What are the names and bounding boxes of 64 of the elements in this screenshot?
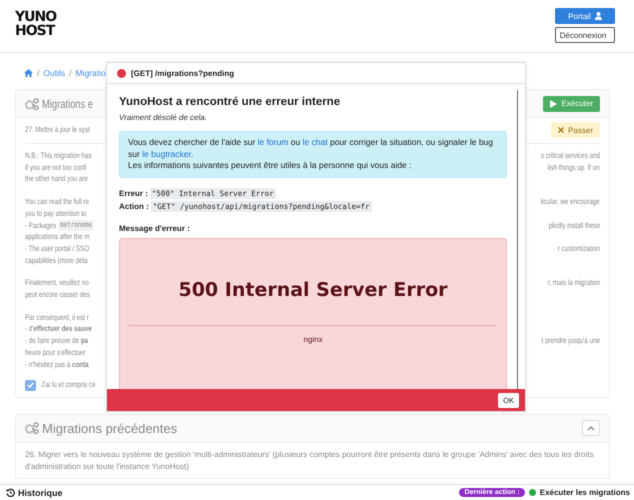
description-text: heure pour s'effectuer: [25, 346, 86, 359]
message-label: Message d'erreur :: [119, 224, 191, 232]
card-title: Migrations précédentes: [42, 420, 178, 436]
description-text: ticular, we encourage: [541, 196, 600, 208]
description-text: - de faire preuve de pa: [25, 335, 88, 347]
portal-button[interactable]: Portail: [555, 8, 615, 24]
history-icon: [6, 488, 15, 497]
server-name: nginx: [302, 334, 324, 344]
description-text: capabilities (more deta: [25, 254, 88, 266]
migration-description: 26. Migrer vers le nouveau système de gestion 'multi-administrateurs' (plusieurs comptes pourront être présents dans le groupe 'Admins' avec des tous les droits d'administration sur toute l'instance YunoHost): [25, 448, 595, 472]
description-text: - n'hésitez pas à conta: [25, 358, 89, 370]
detail-label: Erreur :: [119, 188, 148, 198]
description-text: You can read the full re: [25, 196, 89, 208]
description-text: s critical services and: [540, 150, 600, 162]
chevron-icon: [587, 426, 595, 431]
status-dot: [528, 489, 536, 496]
help-link[interactable]: le forum: [258, 137, 288, 147]
breadcrumb-link[interactable]: Outils: [43, 68, 66, 78]
help-link[interactable]: le bugtracker: [142, 148, 191, 158]
skip-button[interactable]: Passer: [551, 122, 600, 138]
user-icon: [594, 12, 602, 20]
logo: YUNO HOST: [15, 10, 56, 40]
description-text: applications after the m: [25, 231, 90, 243]
collapse-button[interactable]: [582, 420, 600, 436]
play-icon: [550, 100, 558, 108]
help-link[interactable]: le chat: [302, 137, 328, 147]
description-text: plicitly install these: [548, 220, 600, 232]
description-text: Finalement, veuillez no: [25, 277, 89, 290]
scrollbar[interactable]: [517, 90, 518, 389]
help-text: Vous devez chercher de l'aide sur le forum ou le chat pour corriger la situation, ou signaler le bug sur le bugtracker.: [128, 137, 494, 160]
description-text: - The user portal / SSO: [25, 242, 90, 255]
gears-icon: [25, 422, 39, 434]
description-text: N.B.: This migration has: [25, 150, 92, 162]
close-icon: [558, 127, 564, 133]
home-icon[interactable]: [24, 69, 33, 77]
error-subheading: Vraiment désolé de cela.: [119, 113, 208, 122]
help-note: Les informations suivantes peuvent être utiles à la personne qui vous aide :: [128, 160, 413, 172]
error-heading: YunoHost a rencontré une erreur interne: [119, 96, 342, 108]
gears-icon: [25, 98, 39, 110]
description-text: r customization: [558, 242, 600, 255]
description-text: Par conséquent, il est r: [25, 312, 89, 324]
error-status-dot: [117, 68, 126, 78]
error-title: 500 Internal Server Error: [177, 278, 449, 300]
description-text: lish things up. If on: [548, 162, 600, 174]
description-text: you to pay attention to: [25, 208, 86, 220]
history-button[interactable]: Historique: [6, 488, 63, 498]
breadcrumb-separator: /: [37, 68, 40, 78]
description-text: r, mais la migration: [548, 277, 600, 290]
confirm-checkbox[interactable]: [25, 380, 36, 391]
detail-label: Action :: [119, 202, 149, 210]
description-text: peut encore casser des: [25, 289, 90, 301]
migration-title: 27. Mettre à jour le syst: [25, 124, 90, 136]
description-text: if you are not too confi: [25, 162, 86, 174]
description-text: - d'effectuer des sauve: [25, 323, 92, 336]
card-title: Migrations e: [42, 96, 93, 110]
description-text: t prendre jusqu'à une: [542, 335, 600, 347]
breadcrumb-separator: /: [69, 68, 72, 78]
dialog-title: [GET] /migrations?pending: [131, 68, 234, 78]
confirm-label: J'ai lu et compris ce: [41, 379, 96, 391]
breadcrumb-link[interactable]: Migratio: [75, 68, 106, 78]
last-action-text[interactable]: Exécuter les migrations: [540, 488, 630, 497]
description-text: the other hand you are: [25, 173, 88, 186]
description-text: - Packages: [25, 220, 56, 232]
logout-button[interactable]: Déconnexion: [555, 27, 615, 43]
